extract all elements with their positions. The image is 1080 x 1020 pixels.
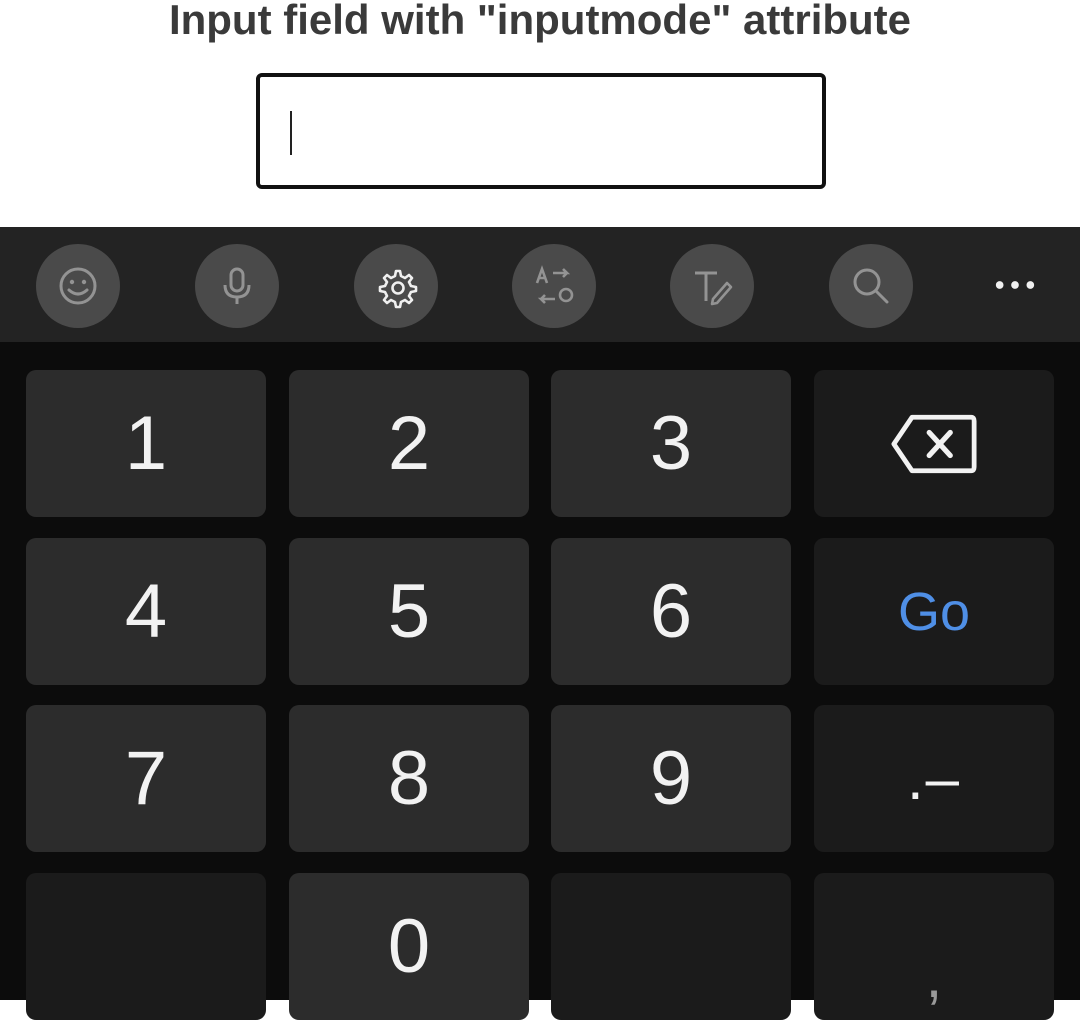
search-button[interactable] — [829, 244, 913, 328]
inputmode-text-field[interactable] — [256, 73, 826, 189]
more-options-icon — [995, 281, 1035, 289]
key-5[interactable]: 5 — [289, 538, 529, 685]
key-4-label: 4 — [124, 568, 168, 654]
key-3[interactable]: 3 — [551, 370, 791, 517]
dot-dash-key[interactable]: .– — [814, 705, 1054, 852]
more-options-button[interactable] — [980, 257, 1050, 313]
key-9-label: 9 — [649, 735, 693, 821]
key-9[interactable]: 9 — [551, 705, 791, 852]
go-key-label: Go — [897, 581, 971, 642]
backspace-key[interactable] — [814, 370, 1054, 517]
page-title: Input field with "inputmode" attribute — [168, 0, 912, 43]
dot-dash-key-label: .– — [906, 744, 962, 812]
key-0-label: 0 — [387, 903, 431, 989]
key-2[interactable]: 2 — [289, 370, 529, 517]
backspace-icon — [891, 414, 977, 473]
settings-button[interactable] — [354, 244, 438, 328]
key-6[interactable]: 6 — [551, 538, 791, 685]
emoji-button[interactable] — [36, 244, 120, 328]
key-0[interactable]: 0 — [289, 873, 529, 1020]
key-3-label: 3 — [649, 400, 693, 486]
key-6-label: 6 — [649, 568, 693, 654]
blank-key-left[interactable] — [26, 873, 266, 1020]
key-4[interactable]: 4 — [26, 538, 266, 685]
microphone-icon — [223, 267, 251, 304]
blank-key-right[interactable] — [551, 873, 791, 1020]
text-caret — [290, 111, 292, 155]
key-7-label: 7 — [124, 735, 168, 821]
comma-key[interactable]: , — [814, 873, 1054, 1020]
handwriting-button[interactable] — [670, 244, 754, 328]
gear-icon — [378, 269, 418, 309]
key-1[interactable]: 1 — [26, 370, 266, 517]
emoji-icon — [59, 267, 97, 305]
translate-button[interactable] — [512, 244, 596, 328]
comma-key-label: , — [925, 942, 943, 1010]
key-7[interactable]: 7 — [26, 705, 266, 852]
key-8-label: 8 — [387, 735, 431, 821]
go-key[interactable]: Go — [814, 538, 1054, 685]
keyboard-toolbar — [0, 227, 1080, 342]
handwriting-icon — [695, 271, 733, 306]
key-2-label: 2 — [387, 400, 431, 486]
key-1-label: 1 — [124, 400, 168, 486]
search-icon — [853, 268, 889, 304]
page-header-area: Input field with "inputmode" attribute — [0, 0, 1080, 227]
translate-icon — [535, 265, 574, 304]
key-5-label: 5 — [387, 568, 431, 654]
numeric-keyboard: 1 2 3 4 5 6 Go 7 8 9 .– 0 , — [0, 227, 1080, 1020]
key-8[interactable]: 8 — [289, 705, 529, 852]
voice-input-button[interactable] — [195, 244, 279, 328]
